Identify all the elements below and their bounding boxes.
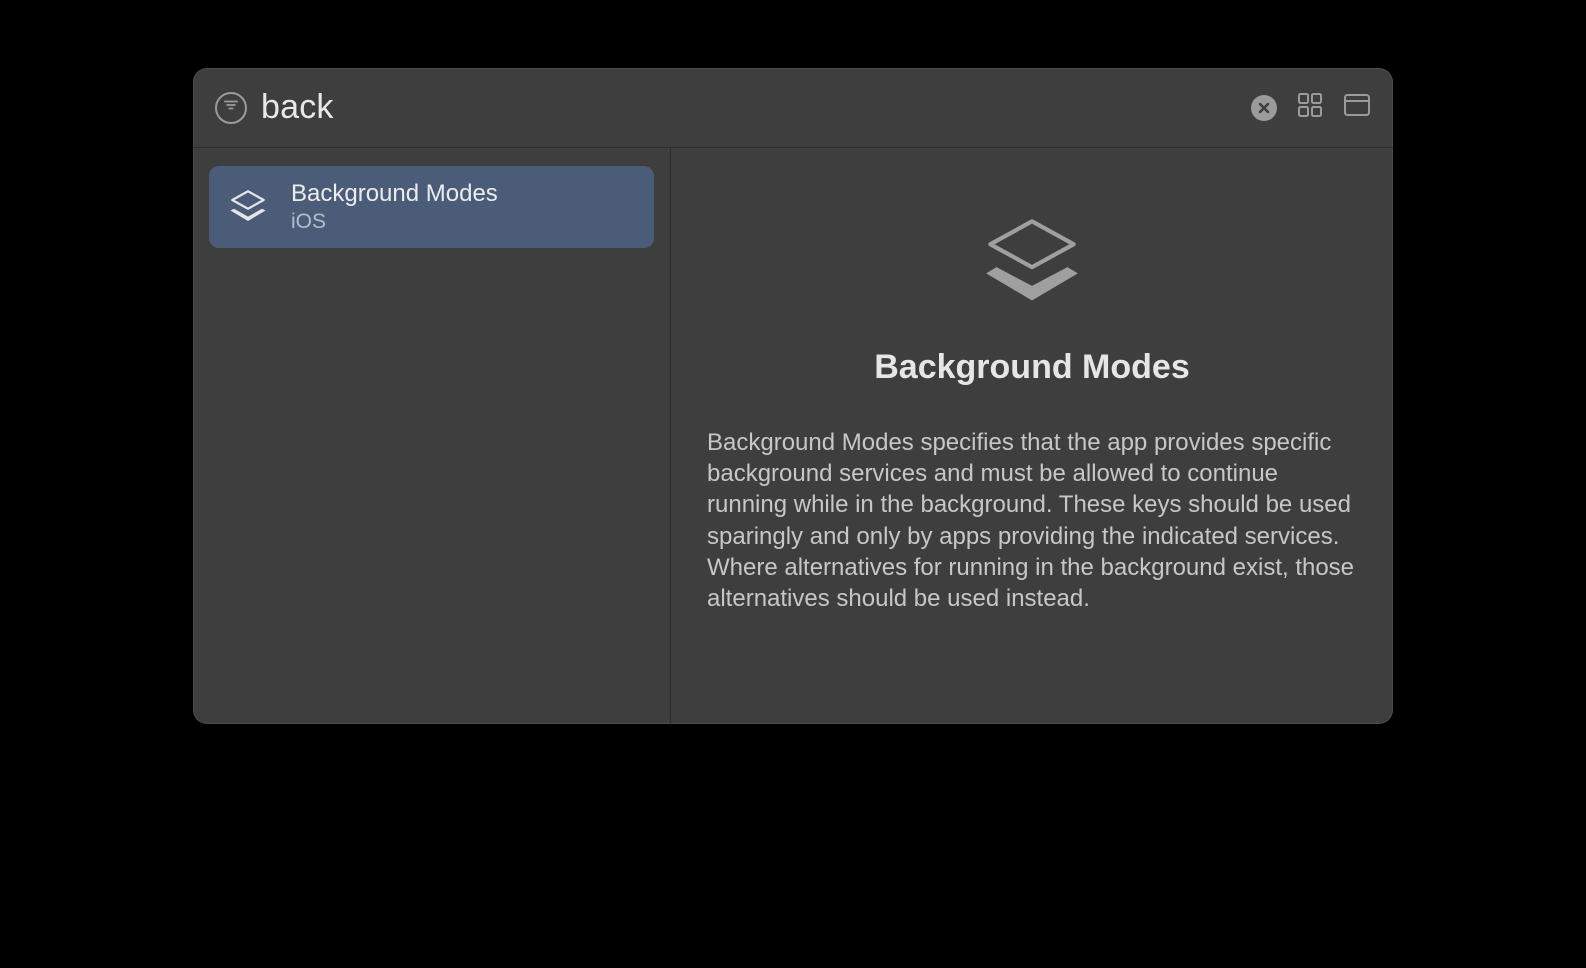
panel-icon xyxy=(1343,93,1371,122)
grid-view-button[interactable] xyxy=(1297,92,1323,123)
results-sidebar: Background Modes iOS xyxy=(193,148,671,724)
result-item-subtitle: iOS xyxy=(291,210,498,234)
result-item-title: Background Modes xyxy=(291,180,498,208)
header xyxy=(193,68,1393,148)
filter-icon xyxy=(224,98,238,117)
panel-view-button[interactable] xyxy=(1343,93,1371,122)
detail-layers-icon xyxy=(977,208,1087,318)
detail-panel: Background Modes Background Modes specif… xyxy=(671,148,1393,724)
layers-icon xyxy=(227,186,269,228)
grid-icon xyxy=(1297,92,1323,123)
content: Background Modes iOS Background Modes Ba… xyxy=(193,148,1393,724)
capabilities-window: Background Modes iOS Background Modes Ba… xyxy=(193,68,1393,724)
search-input[interactable] xyxy=(261,88,1237,127)
detail-title: Background Modes xyxy=(874,348,1189,387)
result-item-background-modes[interactable]: Background Modes iOS xyxy=(209,166,654,248)
detail-description: Background Modes specifies that the app … xyxy=(707,427,1357,614)
close-circle-icon xyxy=(1251,95,1277,121)
clear-search-button[interactable] xyxy=(1251,95,1277,121)
filter-button[interactable] xyxy=(215,92,247,124)
result-item-text: Background Modes iOS xyxy=(291,180,498,234)
header-actions xyxy=(1251,92,1371,123)
